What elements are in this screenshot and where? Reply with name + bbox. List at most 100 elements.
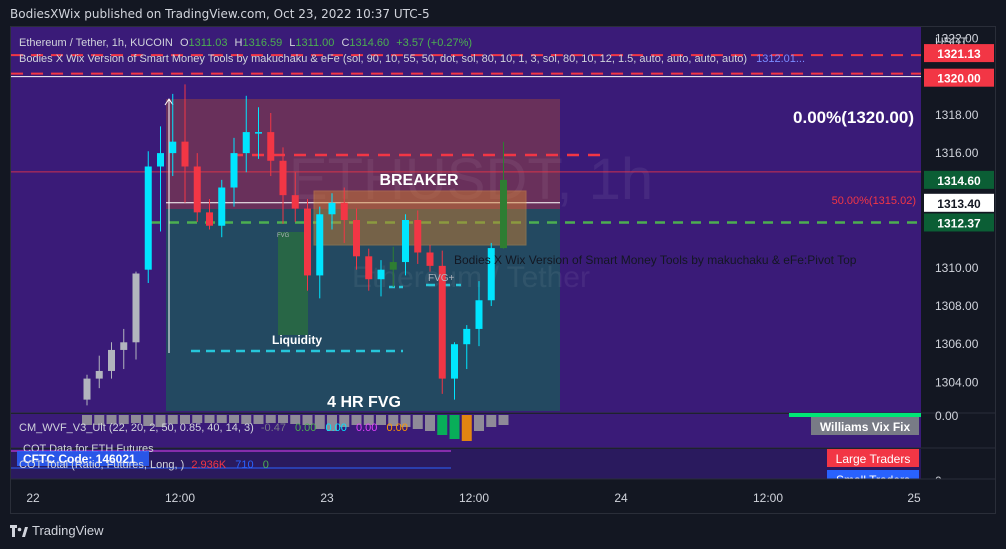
wvf-bar [498, 415, 509, 425]
candle-body [132, 273, 140, 343]
price-tick: 1318.00 [935, 108, 979, 122]
wvf-bar [437, 415, 448, 435]
wvf-bar [412, 415, 423, 429]
pivot-top-label: Bodies X Wix Version of Smart Money Tool… [454, 253, 857, 267]
symbol-label: Ethereum / Tether, 1h, KUCOIN [19, 37, 173, 49]
breaker-label: BREAKER [379, 172, 459, 189]
open-value: 1311.03 [189, 37, 228, 49]
large-traders-label: Large Traders [836, 452, 911, 466]
time-axis-background [11, 479, 995, 513]
time-tick-6: 12:00 [753, 491, 783, 505]
publish-header: BodiesXWix published on TradingView.com,… [0, 0, 1006, 26]
wvf-value-5: 0.00 [386, 422, 407, 434]
candle-body [426, 252, 434, 266]
candle-body [304, 208, 311, 276]
candle-body [120, 342, 128, 350]
candle-body [242, 132, 250, 154]
publish-info: BodiesXWix published on TradingView.com,… [10, 7, 430, 21]
wvf-value-1: -0.47 [261, 422, 286, 434]
candle-body [255, 132, 262, 134]
wvf-badge-label: Williams Vix Fix [820, 420, 911, 434]
fvg-box [278, 232, 308, 335]
indicator-value: 1312.01... [756, 53, 805, 65]
williams-vix-fix-pane[interactable]: CM_WVF_V3_Ult (22, 20, 2, 50, 0.85, 40, … [11, 409, 996, 448]
wvf-axis-zero: 0.00 [935, 409, 959, 423]
footer-brand: TradingView [32, 523, 104, 538]
price-tick: 1308.00 [935, 299, 979, 313]
wvf-legend: CM_WVF_V3_Ult (22, 20, 2, 50, 0.85, 40, … [19, 422, 408, 434]
time-tick-1: 22 [26, 491, 40, 505]
price-badge-label: 1320.00 [937, 72, 981, 86]
chart-frame[interactable]: ETHUSDT, 1h Ethereum / Tether 0.00%(1320… [10, 26, 996, 514]
wvf-bar [486, 415, 497, 427]
wvf-bar [449, 415, 460, 439]
candle-body [95, 370, 103, 379]
fib-fifty-label: 50.00%(1315.02) [832, 195, 916, 207]
price-tick: 1322.00 [935, 31, 979, 45]
candle-body [206, 212, 213, 226]
price-badge-label: 1312.37 [937, 216, 981, 230]
cot-value-2: 710 [235, 459, 253, 471]
candle-body [463, 328, 471, 345]
close-value: 1314.60 [349, 37, 389, 49]
low-value: 1311.00 [295, 37, 334, 49]
candle-body [340, 202, 348, 220]
candle-body [316, 214, 324, 276]
fvg-plus-label: FVG+ [428, 273, 455, 284]
candle-body [157, 153, 164, 167]
indicator-label: Bodies X Wix Version of Smart Money Tool… [19, 53, 747, 65]
cot-total-label: COT Total (Ratio, Futures, Long, ) [19, 459, 184, 471]
candle-body [193, 166, 201, 213]
change-value: +3.57 (+0.27%) [396, 37, 472, 49]
symbol-ohlc-line: Ethereum / Tether, 1h, KUCOIN O1311.03 H… [19, 37, 472, 49]
candle-body [402, 220, 409, 263]
wvf-bar [461, 415, 472, 441]
close-key: C [341, 37, 349, 49]
wvf-zero-bar [789, 413, 921, 417]
cot-value-1: 2.936K [191, 459, 227, 471]
four-hr-fvg-label: 4 HR FVG [327, 394, 401, 411]
wvf-value-4: 0.00 [356, 422, 377, 434]
candle [144, 151, 152, 284]
price-tick: 1310.00 [935, 261, 979, 275]
candle-body [414, 220, 422, 253]
wvf-label: CM_WVF_V3_Ult (22, 20, 2, 50, 0.85, 40, … [19, 422, 254, 434]
candle-body [475, 300, 483, 329]
fvg-small-label: FVG [277, 233, 290, 239]
time-tick-2: 12:00 [165, 491, 195, 505]
high-value: 1316.59 [242, 37, 282, 49]
time-tick-5: 24 [614, 491, 628, 505]
candle-body [230, 153, 238, 188]
wvf-bar [425, 415, 435, 431]
candle-body [451, 344, 458, 379]
candle-body [218, 187, 226, 226]
price-badge-label: 1314.60 [937, 174, 981, 188]
high-key: H [235, 37, 243, 49]
candle-body [500, 179, 507, 249]
price-tick: 1306.00 [935, 337, 979, 351]
candle-body [328, 202, 336, 215]
candle-body [181, 141, 189, 167]
candle-body [267, 132, 275, 161]
wvf-value-2: 0.00 [295, 422, 316, 434]
indicator-line: Bodies X Wix Version of Smart Money Tool… [19, 53, 805, 65]
time-tick-7: 25 [907, 491, 921, 505]
price-tick: 1316.00 [935, 146, 979, 160]
price-badge-label: 1321.13 [937, 47, 981, 61]
price-badge-label: 1313.40 [937, 197, 981, 211]
candle-body [144, 166, 152, 270]
candle-body [279, 160, 287, 196]
liquidity-label: Liquidity [272, 333, 322, 347]
candle-body [169, 141, 177, 154]
price-chart[interactable]: ETHUSDT, 1h Ethereum / Tether 0.00%(1320… [11, 27, 996, 514]
price-tick: 1304.00 [935, 375, 979, 389]
candle-body [365, 256, 373, 280]
candle-body [108, 349, 115, 371]
candle-body [83, 378, 91, 400]
fib-zero-label: 0.00%(1320.00) [793, 108, 914, 127]
candle-body [389, 262, 397, 270]
time-axis[interactable]: 22 12:00 23 12:00 24 12:00 25 [11, 478, 996, 514]
wvf-value-3: 0.00 [325, 422, 346, 434]
price-axis[interactable]: USDT 1322.001318.001316.001310.001308.00… [921, 27, 996, 413]
time-tick-4: 12:00 [459, 491, 489, 505]
